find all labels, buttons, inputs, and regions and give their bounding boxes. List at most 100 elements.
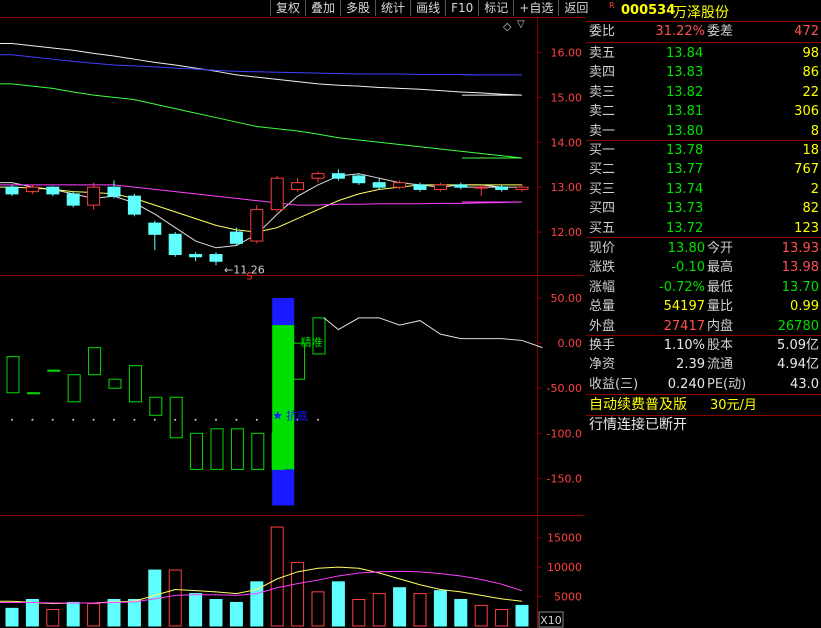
stat-label: 净资: [589, 357, 616, 373]
stat-value: 0.240: [667, 376, 705, 392]
ma-line: [0, 54, 522, 76]
candle-body: [189, 254, 203, 258]
chart-area[interactable]: 16.00 15.00 14.00 13.00 12.00 ←11.26 S 50.00 0.0…: [0, 0, 594, 628]
stat-label: 流通: [707, 357, 734, 373]
weibi-value: 31.22%: [655, 24, 705, 39]
buy-price: 13.78: [666, 143, 704, 158]
sell-row[interactable]: 卖二 13.81 306: [586, 102, 821, 121]
sell-row[interactable]: 卖五 13.84 98: [586, 44, 821, 63]
sell-price: 13.81: [666, 104, 704, 120]
buy-row[interactable]: 买四 13.73 82: [586, 199, 821, 218]
buy-price: 13.72: [666, 220, 704, 236]
toolbar-duogu-button[interactable]: 多股: [340, 0, 375, 16]
indicator-candle: [6, 356, 20, 394]
stat-label: 内盘: [707, 318, 734, 334]
stat-value: -0.10: [671, 260, 705, 276]
indicator-dot: [255, 418, 258, 421]
y-tick-label: 15.00: [551, 91, 583, 104]
toolbar-f10-button[interactable]: F10: [445, 0, 478, 16]
stat-value: 0.99: [790, 299, 819, 315]
sell-level-label: 卖五: [589, 46, 616, 61]
promo-price[interactable]: 30元/月: [710, 396, 757, 415]
buy-row[interactable]: 买五 13.72 123: [586, 219, 821, 238]
promo-row[interactable]: 自动续费普及版 30元/月: [586, 396, 821, 415]
candle-body: [474, 186, 488, 189]
stat-label: 最高: [707, 260, 734, 276]
candle-body: [250, 209, 264, 242]
sell-level-label: 卖三: [589, 84, 616, 100]
stats2-row: 收益(三) 0.240 PE(动) 43.0: [586, 375, 821, 394]
indicator-dot: [31, 418, 34, 421]
candle-body: [352, 175, 366, 184]
candle-body: [433, 184, 447, 190]
candle-body: [66, 193, 80, 206]
candle-body: [107, 186, 121, 197]
candle-body: [291, 182, 305, 190]
indicator-dot: [235, 418, 238, 421]
buy-row[interactable]: 买二 13.77 767: [586, 160, 821, 179]
candle-body: [229, 231, 243, 244]
dropdown-icon[interactable]: ▽: [517, 19, 525, 30]
toolbar-diejia-button[interactable]: 叠加: [305, 0, 340, 16]
volume-bar: [127, 599, 141, 627]
diamond-icon[interactable]: ◇: [503, 20, 511, 33]
stats-row: 总量 54197 量比 0.99: [586, 297, 821, 316]
stat-value: 27417: [663, 318, 705, 334]
candle-body: [311, 173, 325, 179]
toolbar-zixuan-button[interactable]: +自选: [513, 0, 558, 16]
indicator-dot: [11, 418, 13, 421]
toolbar-fuquan-button[interactable]: 复权: [270, 0, 305, 16]
stat-value: 26780: [777, 318, 819, 334]
ma-line: [0, 83, 523, 159]
indicator-dot: [113, 418, 115, 421]
sell-level-label: 卖一: [589, 123, 616, 139]
indicator-candle: [230, 428, 244, 470]
stat-value: 13.93: [781, 241, 819, 256]
stock-name: 万泽股份: [673, 5, 729, 21]
stat-label: 股本: [707, 338, 734, 353]
status-text: 行情连接已断开: [589, 417, 687, 433]
stats-row: 涨跌 -0.10 最高 13.98: [586, 258, 821, 277]
buy-level-label: 买二: [589, 162, 616, 178]
stat-label: 换手: [589, 338, 616, 353]
chart-svg[interactable]: 16.00 15.00 14.00 13.00 12.00 ←11.26S 50.00 0.0…: [0, 0, 585, 628]
star-icon: ★: [272, 408, 283, 422]
stock-badge: R: [609, 1, 615, 10]
candle-body: [25, 186, 39, 193]
sell-row[interactable]: 卖四 13.83 86: [586, 63, 821, 82]
sell-volume: 98: [802, 46, 819, 61]
stat-label: 涨幅: [589, 279, 616, 295]
y-tick-label: 5000: [554, 591, 582, 604]
buy-volume: 123: [794, 220, 819, 236]
buy-price: 13.73: [666, 201, 704, 217]
stat-label: 今开: [707, 241, 734, 256]
toolbar-huaxian-button[interactable]: 画线: [410, 0, 445, 16]
volume-bar: [352, 599, 366, 627]
buy-price: 13.74: [666, 181, 704, 197]
indicator-candle: [67, 374, 81, 403]
low-price-label: ←11.26: [224, 263, 265, 276]
sell-row[interactable]: 卖三 13.82 22: [586, 83, 821, 102]
candle-body: [331, 173, 345, 179]
buy-row[interactable]: 买三 13.74 2: [586, 180, 821, 199]
stat-value: 54197: [663, 299, 705, 315]
indicator-dot: [174, 418, 177, 421]
stats-row: 现价 13.80 今开 13.93: [586, 239, 821, 258]
indicator-candle: [108, 378, 122, 389]
divider: [586, 394, 821, 395]
sell-row[interactable]: 卖一 13.80 8: [586, 122, 821, 141]
volume-bar: [229, 601, 243, 627]
indicator-dot: [215, 418, 217, 421]
volume-bar: [209, 599, 223, 627]
stats-row: 涨幅 -0.72% 最低 13.70: [586, 278, 821, 297]
buy-row[interactable]: 买一 13.78 18: [586, 141, 821, 160]
promo-text[interactable]: 自动续费普及版: [589, 396, 687, 415]
buy-volume: 18: [802, 143, 819, 158]
indicator-candle: [128, 365, 142, 403]
stat-value: 13.70: [781, 279, 819, 295]
indicator-candle: [210, 428, 224, 470]
toolbar-biaoji-button[interactable]: 标记: [478, 0, 513, 16]
sell-price: 13.82: [666, 84, 704, 100]
candle-body: [372, 182, 386, 188]
toolbar-tongji-button[interactable]: 统计: [375, 0, 410, 16]
